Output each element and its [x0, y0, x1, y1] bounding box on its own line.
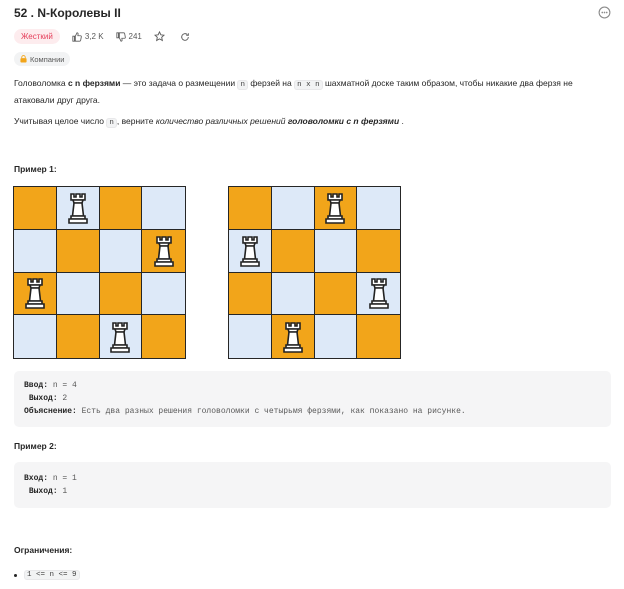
- info-icon[interactable]: [598, 6, 611, 19]
- board-cell: [14, 187, 57, 230]
- desc-text: Головоломка: [14, 78, 68, 88]
- chessboard-solution-1: [13, 186, 186, 359]
- output-label: Выход:: [28, 394, 58, 403]
- board-cell: [142, 272, 185, 316]
- board-cell: [357, 229, 400, 273]
- bullet-dot: [14, 573, 17, 577]
- board-cell: [14, 272, 57, 316]
- like-button[interactable]: 3,2 K: [72, 31, 104, 42]
- board-cell: [357, 315, 400, 358]
- board-cell: [99, 187, 143, 230]
- problem-meta-row: Жесткий 3,2 K 241: [14, 28, 193, 45]
- desc-text: Учитывая целое число: [14, 116, 107, 126]
- desc-text: ферзей на: [247, 78, 295, 88]
- constraints-heading: Ограничения:: [14, 545, 73, 555]
- board-cell: [314, 315, 358, 358]
- explanation-value: Есть два разных решения головоломки с че…: [76, 407, 466, 416]
- share-button[interactable]: [180, 32, 193, 42]
- board-cell: [56, 315, 100, 358]
- input-label: Ввод:: [24, 381, 49, 390]
- dislike-button[interactable]: 241: [115, 31, 142, 42]
- board-cell: [99, 229, 143, 273]
- desc-italic: количество различных решений: [155, 116, 286, 126]
- thumbs-down-icon: [115, 31, 126, 42]
- example-1-codeblock: Ввод: n = 4 Выход: 2 Объяснение: Есть дв…: [14, 371, 611, 427]
- input-value: n = 4: [48, 381, 77, 390]
- queen-icon: [281, 320, 305, 354]
- board-cell: [229, 229, 272, 273]
- board-cell: [314, 187, 358, 230]
- desc-bold: с n ферзями: [67, 78, 121, 88]
- board-cell: [357, 272, 400, 316]
- input-value: n = 1: [48, 474, 77, 483]
- desc-text: — это задача о размещении: [120, 78, 238, 88]
- board-cell: [14, 315, 57, 358]
- board-cell: [357, 187, 400, 230]
- board-cell: [229, 187, 272, 230]
- board-cell: [142, 187, 185, 230]
- input-label: Вход:: [24, 474, 49, 483]
- desc-text: .: [399, 116, 404, 126]
- queen-icon: [66, 191, 90, 225]
- example-1-heading: Пример 1:: [14, 164, 57, 174]
- problem-title: 52 . N-Королевы II: [14, 6, 121, 20]
- board-cell: [271, 229, 315, 273]
- queen-icon: [108, 320, 132, 354]
- description-paragraph-2: Учитывая целое число n, верните количест…: [14, 114, 604, 131]
- likes-count: 3,2 K: [84, 32, 104, 41]
- queen-icon: [152, 234, 176, 268]
- inline-code: n x n: [294, 80, 323, 90]
- explanation-label: Объяснение:: [24, 407, 77, 416]
- board-cell: [142, 229, 185, 273]
- description-paragraph-1: Головоломка с n ферзями — это задача о р…: [14, 76, 604, 108]
- example-2-heading: Пример 2:: [14, 441, 57, 451]
- output-value: 2: [57, 394, 68, 403]
- constraint-code: 1 <= n <= 9: [24, 570, 80, 580]
- desc-text: , верните: [116, 116, 156, 126]
- lock-icon: [20, 55, 27, 63]
- board-cell: [99, 315, 143, 358]
- queen-icon: [238, 234, 262, 268]
- board-cell: [142, 315, 185, 358]
- chessboard-solution-2: [228, 186, 401, 359]
- queen-icon: [323, 191, 347, 225]
- queen-icon: [23, 276, 47, 310]
- board-cell: [314, 272, 358, 316]
- board-cell: [99, 272, 143, 316]
- output-value: 1: [57, 487, 68, 496]
- dislikes-count: 241: [128, 32, 142, 41]
- inline-code: n: [237, 80, 248, 90]
- board-cell: [229, 315, 272, 358]
- board-cell: [229, 272, 272, 316]
- share-icon: [181, 32, 189, 41]
- queen-icon: [367, 276, 391, 310]
- board-cell: [56, 229, 100, 273]
- board-cell: [56, 272, 100, 316]
- board-cell: [271, 272, 315, 316]
- favorite-button[interactable]: [153, 31, 168, 42]
- companies-tag[interactable]: Компании: [14, 52, 71, 66]
- board-cell: [14, 229, 57, 273]
- difficulty-badge: Жесткий: [14, 29, 60, 44]
- constraint-item: 1 <= n <= 9: [14, 570, 80, 580]
- board-cell: [314, 229, 358, 273]
- board-cell: [271, 187, 315, 230]
- board-cell: [271, 315, 315, 358]
- star-icon: [153, 31, 165, 42]
- companies-label: Компании: [30, 54, 65, 64]
- example-2-codeblock: Вход: n = 1 Выход: 1: [14, 462, 611, 508]
- desc-bold-italic: головоломки с n ферзями: [285, 116, 400, 126]
- inline-code: n: [106, 118, 117, 128]
- output-label: Выход:: [28, 487, 58, 496]
- thumbs-up-icon: [72, 31, 82, 42]
- board-cell: [56, 187, 100, 230]
